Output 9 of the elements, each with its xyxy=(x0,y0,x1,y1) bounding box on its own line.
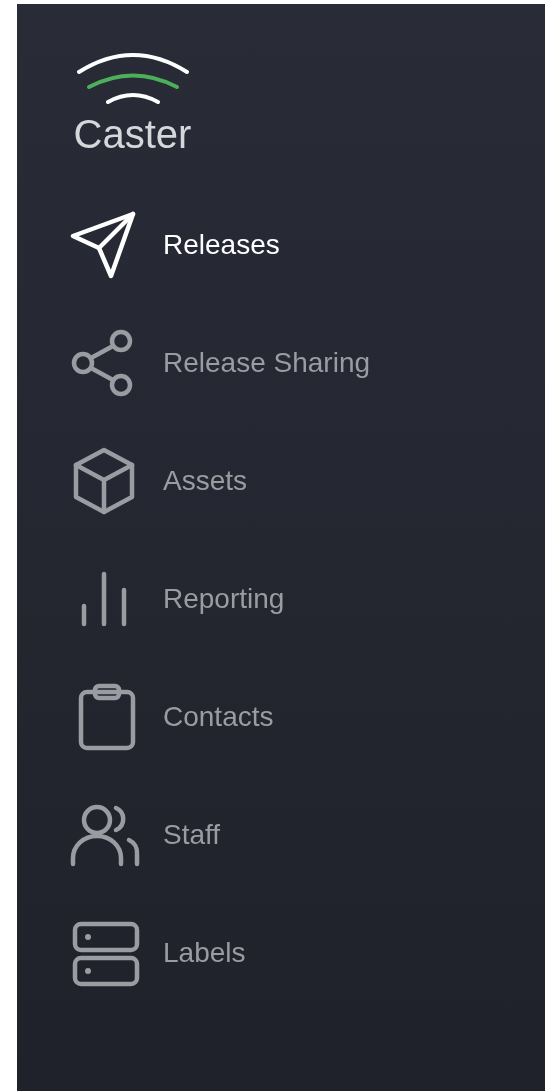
nav-item[interactable]: Labels xyxy=(69,918,545,988)
nav-item[interactable]: Assets xyxy=(69,446,545,516)
nav-item[interactable]: Release Sharing xyxy=(69,328,545,398)
brand-name: Caster xyxy=(73,111,192,158)
nav-item[interactable]: Contacts xyxy=(69,682,545,752)
nav-item[interactable]: Releases xyxy=(69,210,545,280)
nav-item[interactable]: Staff xyxy=(69,800,545,870)
signal-logo-icon xyxy=(74,50,191,104)
nav-item[interactable]: Reporting xyxy=(69,564,545,634)
